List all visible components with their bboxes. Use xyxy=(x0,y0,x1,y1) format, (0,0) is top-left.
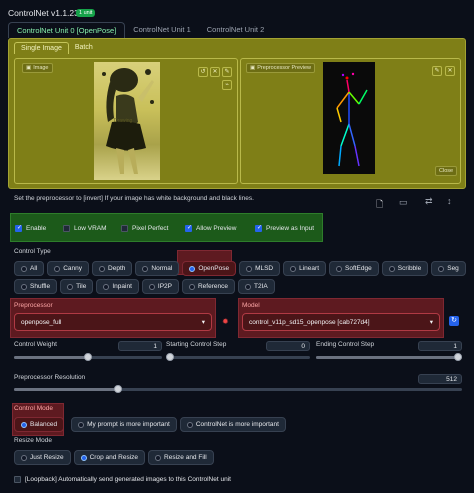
resize-mode-crop-and-resize[interactable]: Crop and Resize xyxy=(73,450,146,465)
clear-icon[interactable]: ✕ xyxy=(210,67,220,77)
starting-step-thumb[interactable] xyxy=(166,353,174,361)
resize-mode-options: Just Resize Crop and Resize Resize and F… xyxy=(14,450,214,465)
pose-preview-image xyxy=(323,62,375,174)
control-type-inpaint[interactable]: Inpaint xyxy=(96,279,139,294)
close-preview-button[interactable]: Close xyxy=(435,166,458,176)
resize-mode-just-resize[interactable]: Just Resize xyxy=(14,450,71,465)
resize-mode-label: Resize Mode xyxy=(14,437,52,444)
chevron-down-icon: ▾ xyxy=(201,319,205,326)
invert-hint: Set the preprocessor to [invert] If your… xyxy=(14,195,254,202)
preprocessor-dropdown[interactable]: openpose_full ▾ xyxy=(14,313,212,331)
new-canvas-icon[interactable]: 🗋 xyxy=(376,197,383,213)
control-weight-slider[interactable] xyxy=(14,353,162,361)
tab-unit-1[interactable]: ControlNet Unit 1 xyxy=(125,22,199,38)
control-type-normal[interactable]: Normal xyxy=(135,261,180,276)
checkbox-loopback xyxy=(14,476,21,483)
tab-unit-2[interactable]: ControlNet Unit 2 xyxy=(199,22,273,38)
undo-icon[interactable]: ↺ xyxy=(198,67,208,77)
control-mode-options: Balanced My prompt is more important Con… xyxy=(14,417,286,432)
unit-count-badge: 1 unit xyxy=(76,9,96,17)
image-source-tabs: Single Image Batch xyxy=(14,42,99,54)
checkbox-preview-as-input xyxy=(255,224,262,232)
preprocessor-resolution-slider[interactable] xyxy=(14,385,462,393)
tab-batch[interactable]: Batch xyxy=(69,42,99,54)
preprocessor-resolution-label: Preprocessor Resolution xyxy=(14,374,86,381)
control-mode-controlnet[interactable]: ControlNet is more important xyxy=(179,417,286,432)
chevron-down-icon: ▾ xyxy=(429,319,433,326)
low-vram-checkbox[interactable]: Low VRAM xyxy=(63,225,107,232)
preview-as-input-checkbox[interactable]: Preview as Input xyxy=(255,224,314,232)
control-type-softedge[interactable]: SoftEdge xyxy=(329,261,379,276)
allow-preview-checkbox[interactable]: Allow Preview xyxy=(185,224,236,232)
controlnet-title: ControlNet v1.1.233 xyxy=(8,8,84,18)
edit-icon[interactable]: ✎ xyxy=(222,67,232,77)
starting-step-input[interactable]: 0 xyxy=(266,341,310,351)
control-type-t2ia[interactable]: T2IA xyxy=(237,279,275,294)
loopback-checkbox[interactable]: [Loopback] Automatically send generated … xyxy=(14,476,231,483)
control-weight-label: Control Weight xyxy=(14,341,57,348)
checkbox-low-vram xyxy=(63,225,70,232)
preprocessor-resolution-input[interactable]: 512 xyxy=(418,374,462,384)
brush-icon[interactable]: ⌁ xyxy=(222,80,232,90)
control-type-mlsd[interactable]: MLSD xyxy=(239,261,281,276)
webcam-icon[interactable]: ▭ xyxy=(399,197,408,208)
unit-tabs: ControlNet Unit 0 [OpenPose] ControlNet … xyxy=(8,22,272,38)
control-type-depth[interactable]: Depth xyxy=(92,261,133,276)
model-label: Model xyxy=(242,302,260,309)
starting-step-slider[interactable] xyxy=(166,353,310,361)
checkbox-allow-preview xyxy=(185,224,192,232)
image-icon: ▣ xyxy=(26,65,32,71)
ending-step-label: Ending Control Step xyxy=(316,341,375,348)
preprocessor-resolution-thumb[interactable] xyxy=(114,385,122,393)
refresh-models-icon[interactable]: ↻ xyxy=(449,316,459,326)
close-preview-icon[interactable]: ✕ xyxy=(445,66,455,76)
ending-step-thumb[interactable] xyxy=(454,353,462,361)
photo-caption: Drawing xyxy=(114,118,133,124)
control-type-row-2: Shuffle Tile Inpaint IP2P Reference T2IA xyxy=(14,279,275,294)
run-preprocessor-icon[interactable]: ✹ xyxy=(222,317,229,326)
checkbox-pixel-perfect xyxy=(121,225,128,232)
control-type-shuffle[interactable]: Shuffle xyxy=(14,279,58,294)
control-type-tile[interactable]: Tile xyxy=(60,279,94,294)
image-icon: ▣ xyxy=(250,65,256,71)
preprocessor-label: Preprocessor xyxy=(14,302,53,309)
starting-step-label: Starting Control Step xyxy=(166,341,227,348)
pixel-perfect-checkbox[interactable]: Pixel Perfect xyxy=(121,225,169,232)
control-type-all[interactable]: All xyxy=(14,261,45,276)
checkbox-enable xyxy=(15,224,22,232)
edit-preview-icon[interactable]: ✎ xyxy=(432,66,442,76)
model-dropdown[interactable]: control_v11p_sd15_openpose [cab727d4] ▾ xyxy=(242,313,440,331)
control-type-ip2p[interactable]: IP2P xyxy=(141,279,179,294)
ending-step-slider[interactable] xyxy=(316,353,462,361)
tab-unit-0[interactable]: ControlNet Unit 0 [OpenPose] xyxy=(8,22,126,38)
image-label: ▣ Image xyxy=(22,63,53,73)
enable-checkbox[interactable]: Enable xyxy=(15,224,46,232)
control-type-openpose[interactable]: OpenPose xyxy=(182,261,237,276)
control-weight-thumb[interactable] xyxy=(84,353,92,361)
send-dimensions-icon[interactable]: ↕ xyxy=(447,196,452,206)
ending-step-input[interactable]: 1 xyxy=(418,341,462,351)
control-type-seg[interactable]: Seg xyxy=(431,261,466,276)
control-mode-prompt[interactable]: My prompt is more important xyxy=(71,417,177,432)
control-type-scribble[interactable]: Scribble xyxy=(381,261,429,276)
tab-single-image[interactable]: Single Image xyxy=(14,42,69,54)
control-type-canny[interactable]: Canny xyxy=(47,261,90,276)
mirror-icon[interactable]: ⇄ xyxy=(425,196,433,207)
resize-mode-resize-and-fill[interactable]: Resize and Fill xyxy=(148,450,214,465)
control-type-row-1: All Canny Depth Normal OpenPose MLSD Lin… xyxy=(14,261,466,276)
control-type-lineart[interactable]: Lineart xyxy=(283,261,326,276)
control-mode-balanced[interactable]: Balanced xyxy=(14,417,65,432)
control-weight-input[interactable]: 1 xyxy=(118,341,162,351)
preview-label: ▣ Preprocessor Preview xyxy=(246,63,315,73)
control-mode-label: Control Mode xyxy=(14,405,54,412)
control-type-reference[interactable]: Reference xyxy=(181,279,235,294)
control-type-label: Control Type xyxy=(14,248,51,255)
